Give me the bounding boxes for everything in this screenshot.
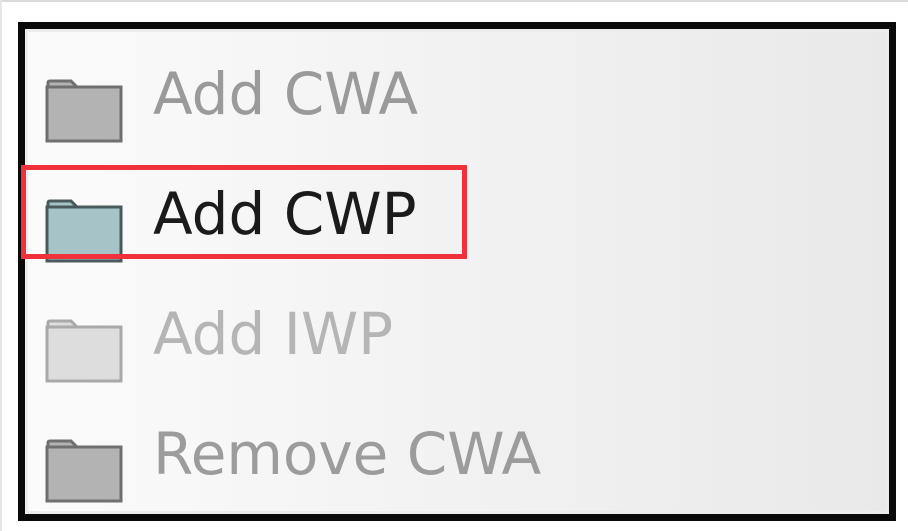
folder-icon xyxy=(45,439,123,503)
menu-item-remove-cwa[interactable]: Remove CWA xyxy=(25,411,541,505)
menu-item-add-cwa[interactable]: Add CWA xyxy=(25,51,485,145)
folder-icon xyxy=(45,79,123,143)
menu-item-label: Add IWP xyxy=(153,300,394,368)
menu-item-label: Add CWA xyxy=(153,60,419,128)
menu-item-label: Remove CWA xyxy=(153,420,542,488)
top-edge-line xyxy=(0,0,908,2)
folder-icon xyxy=(45,319,123,383)
folder-icon xyxy=(45,199,123,263)
menu-item-label: Add CWP xyxy=(153,180,417,248)
menu-item-add-cwp[interactable]: Add CWP xyxy=(21,165,485,265)
left-edge-line xyxy=(0,0,2,531)
menu-item-add-iwp[interactable]: Add IWP xyxy=(25,291,485,385)
context-menu: Add CWA Add CWP Add IWP Remove CWA xyxy=(18,22,896,521)
